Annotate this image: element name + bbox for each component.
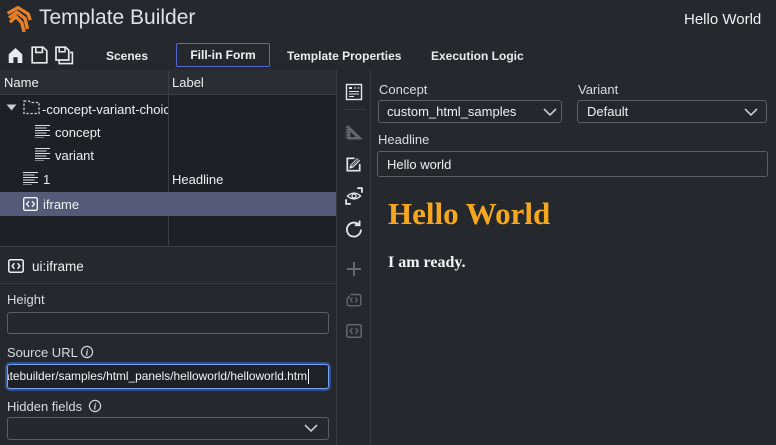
svg-text:i: i	[86, 348, 89, 358]
svg-text:i: i	[94, 402, 97, 412]
